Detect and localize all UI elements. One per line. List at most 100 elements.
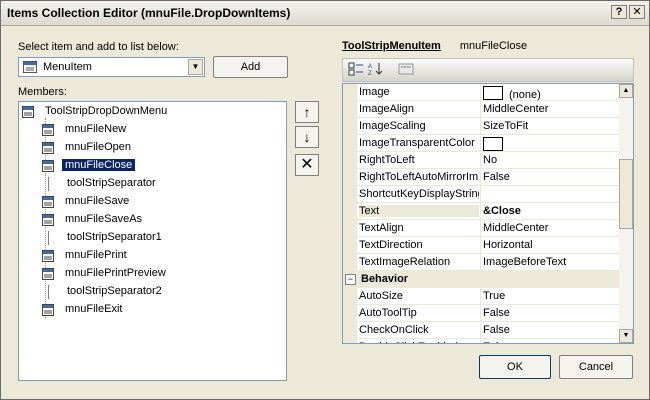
property-row[interactable]: TextImageRelation ImageBeforeText <box>343 254 619 271</box>
property-divider[interactable] <box>480 101 481 117</box>
move-up-button[interactable]: ↑ <box>295 101 319 123</box>
add-button[interactable]: Add <box>213 56 288 78</box>
remove-button[interactable]: ✕ <box>295 154 319 176</box>
tree-item[interactable]: mnuFileSave <box>19 194 279 211</box>
tree-item[interactable]: mnuFileSaveAs <box>19 212 279 229</box>
chevron-down-icon[interactable]: ▼ <box>188 59 203 75</box>
tree-item[interactable]: toolStripSeparator <box>19 176 279 193</box>
tree-item-label: mnuFileNew <box>65 123 127 135</box>
tree-item[interactable]: mnuFilePrintPreview <box>19 266 279 283</box>
tree-root-node[interactable]: ToolStripDropDownMenu <box>19 104 279 121</box>
property-divider[interactable] <box>480 237 481 253</box>
property-value[interactable]: False <box>483 324 617 336</box>
property-row[interactable]: CheckOnClick False <box>343 322 619 339</box>
property-row-gutter <box>343 339 357 343</box>
property-value-text: (none) <box>509 89 541 101</box>
property-grid[interactable]: Image (none) ImageAlign MiddleCenter ImageSc… <box>342 83 634 344</box>
property-value[interactable]: SizeToFit <box>483 120 617 132</box>
property-value[interactable]: True <box>483 290 617 302</box>
property-value[interactable] <box>483 137 617 152</box>
property-pages-icon[interactable] <box>397 62 415 78</box>
property-divider[interactable] <box>480 322 481 338</box>
property-row[interactable]: Text &Close <box>343 203 619 220</box>
property-divider[interactable] <box>480 84 481 100</box>
tree-item[interactable]: mnuFilePrint <box>19 248 279 265</box>
property-row[interactable]: DoubleClickEnabled False <box>343 339 619 343</box>
property-type-label: ToolStripMenuItem <box>342 40 441 52</box>
svg-text:A: A <box>368 64 372 70</box>
property-row[interactable]: ShortcutKeyDisplayString <box>343 186 619 203</box>
property-divider[interactable] <box>480 254 481 270</box>
property-value[interactable]: False <box>483 171 617 183</box>
tree-item[interactable]: toolStripSeparator2 <box>19 284 279 301</box>
property-divider[interactable] <box>480 203 481 219</box>
menu-item-icon <box>42 142 54 154</box>
property-divider[interactable] <box>480 118 481 134</box>
help-button[interactable]: ? <box>611 5 627 19</box>
property-row[interactable]: AutoSize True <box>343 288 619 305</box>
tree-item-label: mnuFileOpen <box>65 141 132 153</box>
tree-item[interactable]: toolStripSeparator1 <box>19 230 279 247</box>
property-name: ImageAlign <box>359 103 415 115</box>
color-swatch <box>483 137 503 151</box>
property-row[interactable]: ImageScaling SizeToFit <box>343 118 619 135</box>
property-row[interactable]: TextAlign MiddleCenter <box>343 220 619 237</box>
property-row-gutter <box>343 186 357 202</box>
move-down-button[interactable]: ↓ <box>295 126 319 148</box>
tree-item[interactable]: mnuFileOpen <box>19 140 279 157</box>
members-tree[interactable]: ToolStripDropDownMenu mnuFileNew mnuFileO… <box>18 101 287 381</box>
scroll-down-icon[interactable]: ▼ <box>619 329 633 343</box>
property-row-gutter <box>343 101 357 117</box>
property-row[interactable]: ImageTransparentColor <box>343 135 619 152</box>
property-row[interactable]: TextDirection Horizontal <box>343 237 619 254</box>
property-divider[interactable] <box>480 186 481 202</box>
property-name: TextImageRelation <box>359 256 451 268</box>
property-divider[interactable] <box>480 305 481 321</box>
alphabetical-icon[interactable]: A Z <box>367 62 385 78</box>
tree-item[interactable]: mnuFileNew <box>19 122 279 139</box>
property-row[interactable]: Image (none) <box>343 84 619 101</box>
item-type-combo[interactable]: MenuItem ▼ <box>18 57 205 77</box>
property-divider[interactable] <box>480 339 481 343</box>
collapse-icon[interactable]: − <box>345 274 356 285</box>
property-row[interactable]: ImageAlign MiddleCenter <box>343 101 619 118</box>
property-value-text: &Close <box>483 205 521 217</box>
property-value-text: MiddleCenter <box>483 103 549 115</box>
property-value[interactable]: (none) <box>483 86 617 101</box>
property-value-text: False <box>483 307 510 319</box>
property-value[interactable]: Horizontal <box>483 239 617 251</box>
property-divider[interactable] <box>480 169 481 185</box>
property-divider[interactable] <box>480 220 481 236</box>
property-value-text: SizeToFit <box>483 120 529 132</box>
scroll-up-icon[interactable]: ▲ <box>619 84 633 98</box>
menu-item-icon <box>42 124 54 136</box>
property-value-text: No <box>483 154 498 166</box>
property-value[interactable]: MiddleCenter <box>483 103 617 115</box>
close-button[interactable]: ✕ <box>629 5 645 19</box>
categorized-icon[interactable] <box>347 62 365 78</box>
property-value[interactable]: No <box>483 154 617 166</box>
tree-item[interactable]: mnuFileExit <box>19 302 279 319</box>
property-value[interactable]: False <box>483 341 617 343</box>
property-value[interactable]: False <box>483 307 617 319</box>
property-row[interactable]: RightToLeft No <box>343 152 619 169</box>
cancel-button[interactable]: Cancel <box>559 355 633 379</box>
property-value[interactable]: ImageBeforeText <box>483 256 617 268</box>
property-value[interactable]: &Close <box>483 205 617 217</box>
property-name: TextAlign <box>359 222 404 234</box>
scroll-thumb[interactable] <box>619 159 633 229</box>
property-category[interactable]: − Behavior <box>343 271 619 288</box>
property-divider[interactable] <box>480 135 481 151</box>
property-row[interactable]: RightToLeftAutoMirrorIm False <box>343 169 619 186</box>
ok-button[interactable]: OK <box>479 355 551 379</box>
property-row-gutter <box>343 169 357 185</box>
property-name: CheckOnClick <box>359 324 429 336</box>
property-divider[interactable] <box>480 152 481 168</box>
property-grid-scrollbar[interactable]: ▲ ▼ <box>619 84 633 343</box>
property-value-text: Horizontal <box>483 239 533 251</box>
tree-item[interactable]: mnuFileClose <box>19 158 279 175</box>
property-divider[interactable] <box>480 288 481 304</box>
menu-item-icon <box>42 214 54 226</box>
property-value[interactable]: MiddleCenter <box>483 222 617 234</box>
property-row[interactable]: AutoToolTip False <box>343 305 619 322</box>
